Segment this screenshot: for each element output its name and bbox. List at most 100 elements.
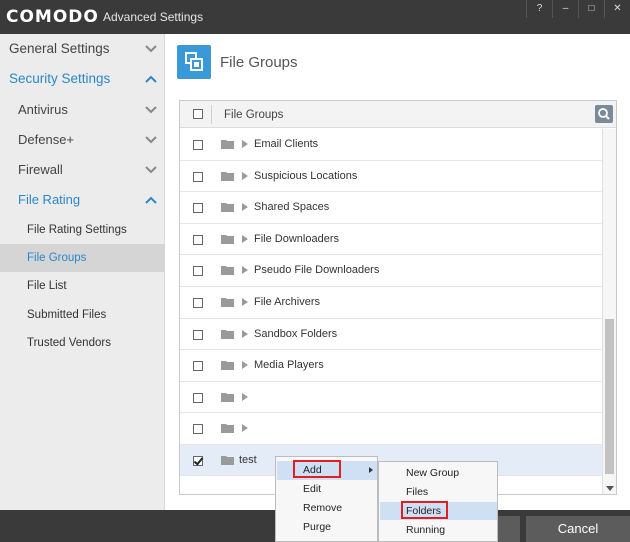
scroll-down-icon[interactable]: [606, 486, 614, 491]
search-icon[interactable]: [595, 105, 613, 123]
sidebar-item-label: Firewall: [18, 162, 63, 177]
list-header: File Groups: [180, 101, 616, 128]
list-item[interactable]: File Downloaders: [180, 224, 602, 256]
sidebar-item-firewall[interactable]: Firewall: [0, 155, 165, 185]
row-checkbox[interactable]: [193, 361, 203, 372]
row-checkbox-checked[interactable]: [193, 456, 203, 466]
list-item[interactable]: Media Players: [180, 350, 602, 382]
expand-arrow-icon[interactable]: [242, 266, 248, 275]
row-checkbox[interactable]: [193, 266, 203, 277]
list-item[interactable]: Pseudo File Downloaders: [180, 255, 602, 287]
sidebar-item-label: Defense+: [18, 132, 75, 147]
expand-arrow-icon[interactable]: [242, 392, 248, 401]
expand-arrow-icon[interactable]: [242, 361, 248, 370]
folder-icon: [221, 361, 234, 371]
sidebar-item-label: File Rating: [18, 192, 81, 207]
list-item-label: Sandbox Folders: [254, 327, 338, 340]
expand-arrow-icon[interactable]: [242, 424, 248, 433]
sidebar-item-label: General Settings: [9, 41, 110, 56]
list-item[interactable]: Shared Spaces: [180, 192, 602, 224]
expand-arrow-icon[interactable]: [242, 298, 248, 306]
row-checkbox[interactable]: [193, 424, 203, 435]
expand-arrow-icon[interactable]: [242, 234, 248, 243]
sidebar-item-security-settings[interactable]: Security Settings: [0, 64, 165, 94]
folder-icon: [221, 298, 234, 307]
row-checkbox[interactable]: [193, 203, 203, 214]
sidebar-item-trusted-vendors[interactable]: Trusted Vendors: [0, 329, 165, 357]
list-item-label: Shared Spaces: [254, 201, 330, 214]
help-button[interactable]: ?: [526, 0, 552, 18]
folder-icon: [221, 456, 234, 465]
highlight-box-folders: [401, 501, 448, 519]
list-item-label: Suspicious Locations: [254, 169, 358, 182]
folder-icon: [221, 266, 234, 276]
list-item[interactable]: Sandbox Folders: [180, 319, 602, 351]
list-item-label: test: [239, 454, 257, 466]
expand-arrow-icon[interactable]: [242, 329, 248, 338]
menu-item-label: Purge: [303, 521, 332, 533]
sidebar-item-file-rating-settings[interactable]: File Rating Settings: [0, 216, 165, 244]
list-item[interactable]: [180, 413, 602, 445]
sidebar-item-label: Antivirus: [18, 102, 68, 117]
sidebar-item-general-settings[interactable]: General Settings: [0, 34, 165, 64]
row-checkbox[interactable]: [193, 298, 203, 308]
list-item-label: File Downloaders: [254, 232, 339, 245]
sidebar-item-file-list[interactable]: File List: [0, 272, 165, 300]
sidebar-item-antivirus[interactable]: Antivirus: [0, 95, 165, 125]
menu-item-remove[interactable]: Remove: [277, 499, 377, 518]
expand-arrow-icon[interactable]: [242, 171, 248, 180]
list-item[interactable]: [180, 382, 602, 414]
file-groups-list: File Groups Email Clients Suspicious Loc…: [179, 100, 617, 495]
sidebar-item-submitted-files[interactable]: Submitted Files: [0, 301, 165, 329]
maximize-button[interactable]: □: [578, 0, 604, 18]
menu-item-edit[interactable]: Edit: [277, 480, 377, 499]
scrollbar-thumb[interactable]: [605, 319, 614, 474]
list-item-label: Email Clients: [254, 138, 319, 150]
folder-icon: [221, 234, 234, 244]
close-button[interactable]: ✕: [604, 0, 630, 18]
folder-icon: [221, 171, 234, 181]
column-header-file-groups: File Groups: [224, 109, 284, 121]
folder-icon: [221, 140, 234, 149]
list-item-label: File Archivers: [254, 296, 321, 308]
header-divider: [211, 105, 212, 124]
sidebar-item-file-rating[interactable]: File Rating: [0, 185, 165, 215]
minimize-button[interactable]: –: [552, 0, 578, 18]
row-checkbox[interactable]: [193, 392, 203, 403]
folder-icon: [221, 392, 234, 402]
chevron-down-icon: [144, 155, 158, 185]
cancel-button[interactable]: Cancel: [526, 516, 630, 542]
submenu-item-new-group[interactable]: New Group: [380, 464, 497, 482]
window-controls: ? – □ ✕: [526, 0, 630, 18]
list-item[interactable]: Suspicious Locations: [180, 161, 602, 193]
sidebar-item-file-groups[interactable]: File Groups: [0, 244, 165, 272]
submenu-item-files[interactable]: Files: [380, 483, 497, 501]
sidebar-item-defense[interactable]: Defense+: [0, 125, 165, 155]
chevron-down-icon: [144, 34, 158, 64]
folder-icon: [221, 329, 234, 339]
row-checkbox[interactable]: [193, 140, 203, 150]
folder-icon: [221, 203, 234, 213]
select-all-checkbox[interactable]: [193, 109, 203, 119]
chevron-down-icon: [144, 95, 158, 125]
submenu-item-running-processes[interactable]: Running Processes: [380, 521, 497, 539]
folder-icon: [221, 424, 234, 434]
sidebar-item-label: Security Settings: [9, 71, 111, 86]
expand-arrow-icon[interactable]: [242, 140, 248, 148]
menu-item-purge[interactable]: Purge: [277, 518, 377, 537]
chevron-up-icon: [144, 185, 158, 215]
sidebar-item-label: Trusted Vendors: [27, 337, 111, 349]
expand-arrow-icon[interactable]: [242, 203, 248, 212]
row-checkbox[interactable]: [193, 171, 203, 182]
list-item[interactable]: Email Clients: [180, 129, 602, 161]
chevron-up-icon: [144, 64, 158, 94]
vertical-scrollbar[interactable]: [602, 129, 616, 494]
row-checkbox[interactable]: [193, 234, 203, 245]
submenu-item-label: Files: [406, 486, 429, 498]
list-item[interactable]: File Archivers: [180, 287, 602, 319]
submenu-arrow-icon: [369, 467, 373, 473]
row-checkbox[interactable]: [193, 329, 203, 340]
page-title: File Groups: [220, 54, 298, 71]
menu-item-label: Edit: [303, 483, 322, 495]
list-item-label: Media Players: [254, 359, 324, 372]
